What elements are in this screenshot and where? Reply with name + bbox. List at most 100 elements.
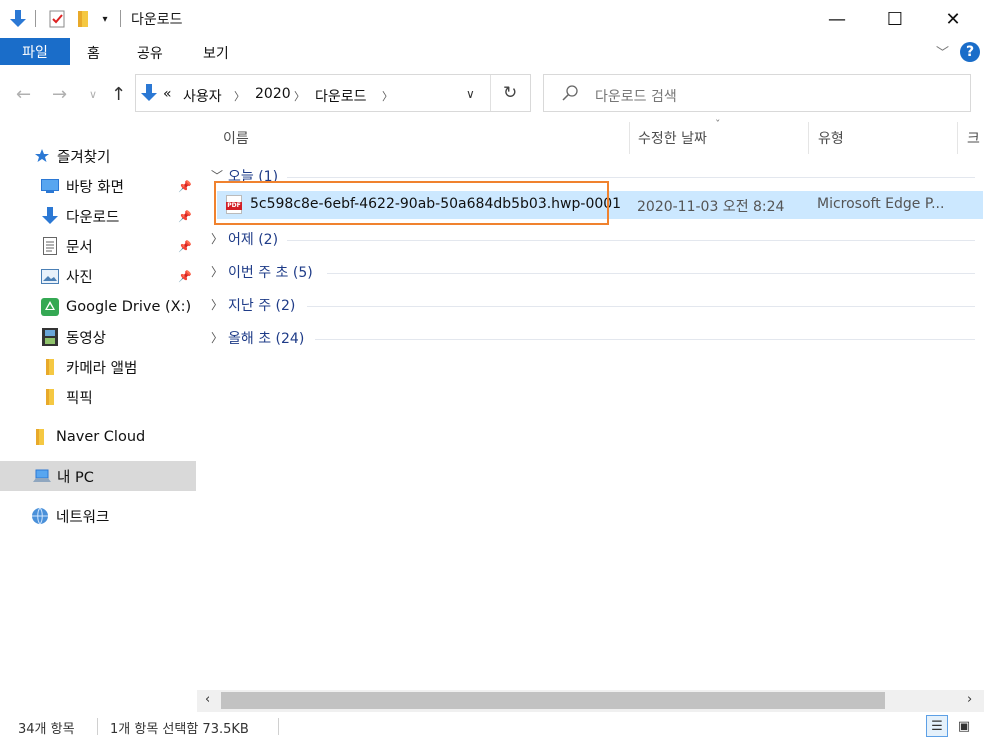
forward-arrow-icon[interactable]: →: [52, 84, 67, 105]
group-divider: [287, 240, 975, 241]
sidebar-item-label: Google Drive (X:): [66, 299, 192, 315]
group-header-earlier-this-week[interactable]: 〉 이번 주 초 (5): [197, 258, 975, 286]
group-divider: [307, 306, 975, 307]
breadcrumb-chevron-icon[interactable]: 〉: [234, 88, 245, 104]
status-bar: 34개 항목 1개 항목 선택함 73.5KB ☰ ▣: [0, 712, 984, 742]
column-header-date[interactable]: 수정한 날짜: [638, 128, 707, 148]
tab-view[interactable]: 보기: [203, 43, 229, 63]
title-bar: ▾ 다운로드 — ☐ ✕: [0, 0, 984, 38]
sidebar-item-label: 사진: [66, 269, 93, 286]
breadcrumb-downloads[interactable]: 다운로드: [315, 86, 367, 106]
breadcrumb-users[interactable]: 사용자: [183, 86, 222, 106]
group-header-yesterday[interactable]: 〉 어제 (2): [197, 225, 975, 253]
document-icon: [41, 237, 59, 255]
tab-home[interactable]: 홈: [87, 43, 100, 63]
download-arrow-icon: [9, 9, 27, 29]
sidebar-item-label: 바탕 화면: [66, 179, 124, 196]
new-folder-icon[interactable]: [74, 9, 92, 29]
sidebar-item-camera-roll[interactable]: 카메라 앨범: [0, 352, 196, 382]
horizontal-scrollbar[interactable]: ‹ ›: [197, 690, 984, 712]
file-date: 2020-11-03 오전 8:24: [637, 199, 785, 215]
folder-icon: [41, 358, 59, 376]
refresh-icon[interactable]: ↻: [503, 83, 517, 103]
file-list: 이름 ˇ 수정한 날짜 유형 크 ﹀ 오늘 (1) PDF 5c598c8e-6…: [197, 118, 984, 690]
window-title: 다운로드: [131, 12, 183, 28]
pin-icon[interactable]: 📌: [178, 210, 192, 223]
sidebar-item-label: 동영상: [66, 330, 107, 347]
separator: [97, 718, 98, 735]
column-divider[interactable]: [808, 122, 809, 154]
pin-icon[interactable]: 📌: [178, 180, 192, 193]
large-icons-view-icon[interactable]: ▣: [953, 715, 975, 737]
column-divider[interactable]: [629, 122, 630, 154]
recent-locations-icon[interactable]: ∨: [89, 88, 97, 101]
group-label: 어제 (2): [228, 232, 279, 248]
help-button[interactable]: ?: [960, 42, 980, 62]
scroll-left-icon[interactable]: ‹: [205, 692, 210, 707]
sidebar-item-label: 다운로드: [66, 209, 120, 226]
sidebar-item-google-drive[interactable]: Google Drive (X:): [0, 292, 196, 322]
search-box[interactable]: 다운로드 검색: [543, 74, 971, 112]
details-view-icon[interactable]: ☰: [926, 715, 948, 737]
minimize-button[interactable]: —: [808, 0, 866, 38]
column-header-name[interactable]: 이름: [223, 128, 249, 148]
address-history-icon[interactable]: ∨: [466, 87, 475, 101]
sort-indicator-icon: ˇ: [715, 118, 721, 131]
separator: [35, 10, 36, 27]
pin-icon[interactable]: 📌: [178, 240, 192, 253]
scroll-right-icon[interactable]: ›: [967, 692, 972, 707]
group-divider: [287, 177, 975, 178]
star-icon: [33, 147, 51, 165]
column-header-type[interactable]: 유형: [818, 128, 844, 148]
sidebar-item-documents[interactable]: 문서 📌: [0, 231, 196, 261]
sidebar-item-network[interactable]: 네트워크: [0, 501, 196, 531]
separator: [278, 718, 279, 735]
sidebar-item-videos[interactable]: 동영상: [0, 322, 196, 352]
group-label: 이번 주 초 (5): [228, 265, 313, 281]
sidebar-item-pictures[interactable]: 사진 📌: [0, 261, 196, 291]
sidebar-item-label: 카메라 앨범: [66, 360, 138, 377]
sidebar-item-label: 픽픽: [66, 390, 93, 407]
sidebar-item-quick-access[interactable]: 즐겨찾기: [0, 141, 196, 171]
sidebar-item-label: 문서: [66, 239, 93, 256]
search-icon: [562, 85, 578, 105]
google-drive-icon: [41, 298, 59, 316]
address-bar[interactable]: « 사용자 〉 2020 〉 다운로드 〉 ∨ ↻: [135, 74, 531, 112]
sidebar-item-naver-cloud[interactable]: Naver Cloud: [0, 422, 196, 452]
group-divider: [315, 339, 975, 340]
tab-share[interactable]: 공유: [137, 43, 163, 63]
separator: [120, 10, 121, 27]
sidebar-item-this-pc[interactable]: 내 PC: [0, 461, 196, 491]
breadcrumb-chevron-icon[interactable]: 〉: [382, 88, 393, 104]
tab-file[interactable]: 파일: [0, 38, 70, 65]
breadcrumb-overflow[interactable]: «: [163, 86, 172, 102]
maximize-button[interactable]: ☐: [866, 0, 924, 38]
item-count: 34개 항목: [18, 722, 75, 737]
group-divider: [327, 273, 975, 274]
computer-icon: [33, 467, 51, 485]
group-header-earlier-this-year[interactable]: 〉 올해 초 (24): [197, 324, 975, 352]
group-label: 지난 주 (2): [228, 298, 296, 314]
up-arrow-icon[interactable]: ↑: [111, 84, 126, 105]
highlight-box: [214, 181, 609, 225]
back-arrow-icon[interactable]: ←: [16, 84, 31, 105]
sidebar-item-downloads[interactable]: 다운로드 📌: [0, 201, 196, 231]
chevron-right-icon: 〉: [211, 265, 224, 279]
sidebar-item-picpick[interactable]: 픽픽: [0, 382, 196, 412]
sidebar-item-label: 네트워크: [56, 509, 110, 526]
scrollbar-thumb[interactable]: [221, 692, 885, 709]
customize-toolbar-icon[interactable]: ▾: [98, 9, 112, 29]
separator: [490, 75, 491, 111]
properties-icon[interactable]: [48, 9, 66, 29]
pin-icon[interactable]: 📌: [178, 270, 192, 283]
column-divider[interactable]: [957, 122, 958, 154]
breadcrumb-2020[interactable]: 2020: [255, 86, 291, 102]
breadcrumb-chevron-icon[interactable]: 〉: [294, 88, 305, 104]
column-header-size[interactable]: 크: [967, 128, 980, 148]
sidebar-item-desktop[interactable]: 바탕 화면 📌: [0, 171, 196, 201]
search-placeholder: 다운로드 검색: [595, 89, 677, 105]
group-header-last-week[interactable]: 〉 지난 주 (2): [197, 291, 975, 319]
close-button[interactable]: ✕: [924, 0, 982, 38]
ribbon-expand-icon[interactable]: ﹀: [936, 42, 949, 61]
desktop-icon: [41, 177, 59, 195]
